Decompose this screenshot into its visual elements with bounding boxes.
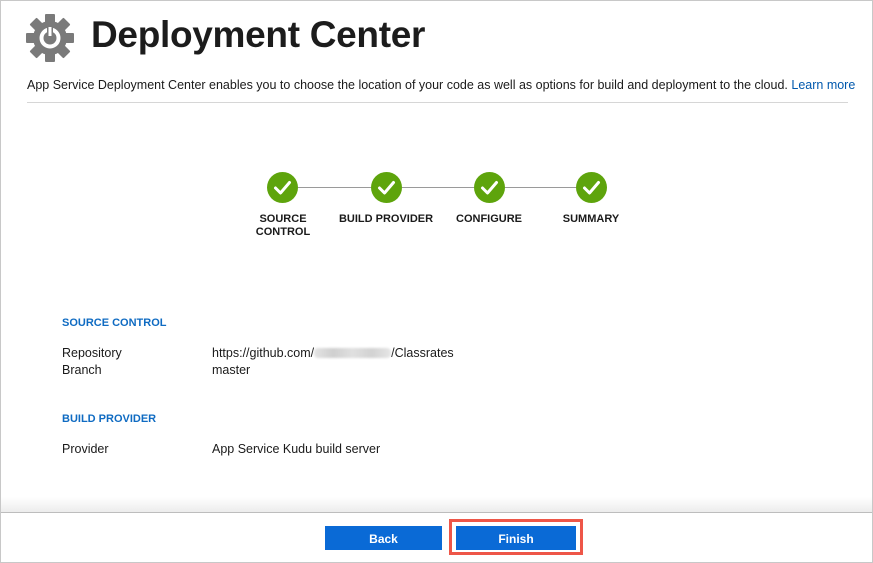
back-button[interactable]: Back <box>325 526 442 550</box>
learn-more-link[interactable]: Learn more <box>791 78 855 92</box>
page-description: App Service Deployment Center enables yo… <box>27 78 855 92</box>
repository-value: https://github.com//Classrates <box>212 346 454 360</box>
step-connector <box>402 187 474 188</box>
section-heading-source-control: SOURCE CONTROL <box>62 317 167 329</box>
provider-value: App Service Kudu build server <box>212 442 381 456</box>
repository-label: Repository <box>62 346 122 360</box>
provider-label: Provider <box>62 442 109 456</box>
step-build-provider-check[interactable] <box>371 172 402 203</box>
branch-value: master <box>212 363 251 377</box>
step-connector <box>298 187 371 188</box>
page-title: Deployment Center <box>91 14 426 55</box>
checkmark-icon <box>481 181 498 195</box>
step-label-build-provider: BUILD PROVIDER <box>338 213 434 225</box>
footer-shadow <box>1 497 872 513</box>
description-text: App Service Deployment Center enables yo… <box>27 78 788 92</box>
step-label-source-control: SOURCE CONTROL <box>255 213 311 238</box>
gear-icon <box>26 14 74 62</box>
deployment-center-panel: Deployment Center App Service Deployment… <box>0 0 873 563</box>
header-divider <box>27 102 848 103</box>
step-label-summary: SUMMARY <box>562 213 620 225</box>
checkmark-icon <box>378 181 395 195</box>
step-connector <box>505 187 576 188</box>
redacted-username <box>314 348 392 358</box>
checkmark-icon <box>583 181 600 195</box>
section-heading-build-provider: BUILD PROVIDER <box>62 413 157 425</box>
step-source-control-check[interactable] <box>267 172 298 203</box>
step-configure-check[interactable] <box>474 172 505 203</box>
branch-label: Branch <box>62 363 102 377</box>
step-summary-check[interactable] <box>576 172 607 203</box>
checkmark-icon <box>274 181 291 195</box>
finish-button[interactable]: Finish <box>456 526 576 550</box>
step-label-configure: CONFIGURE <box>456 213 522 225</box>
